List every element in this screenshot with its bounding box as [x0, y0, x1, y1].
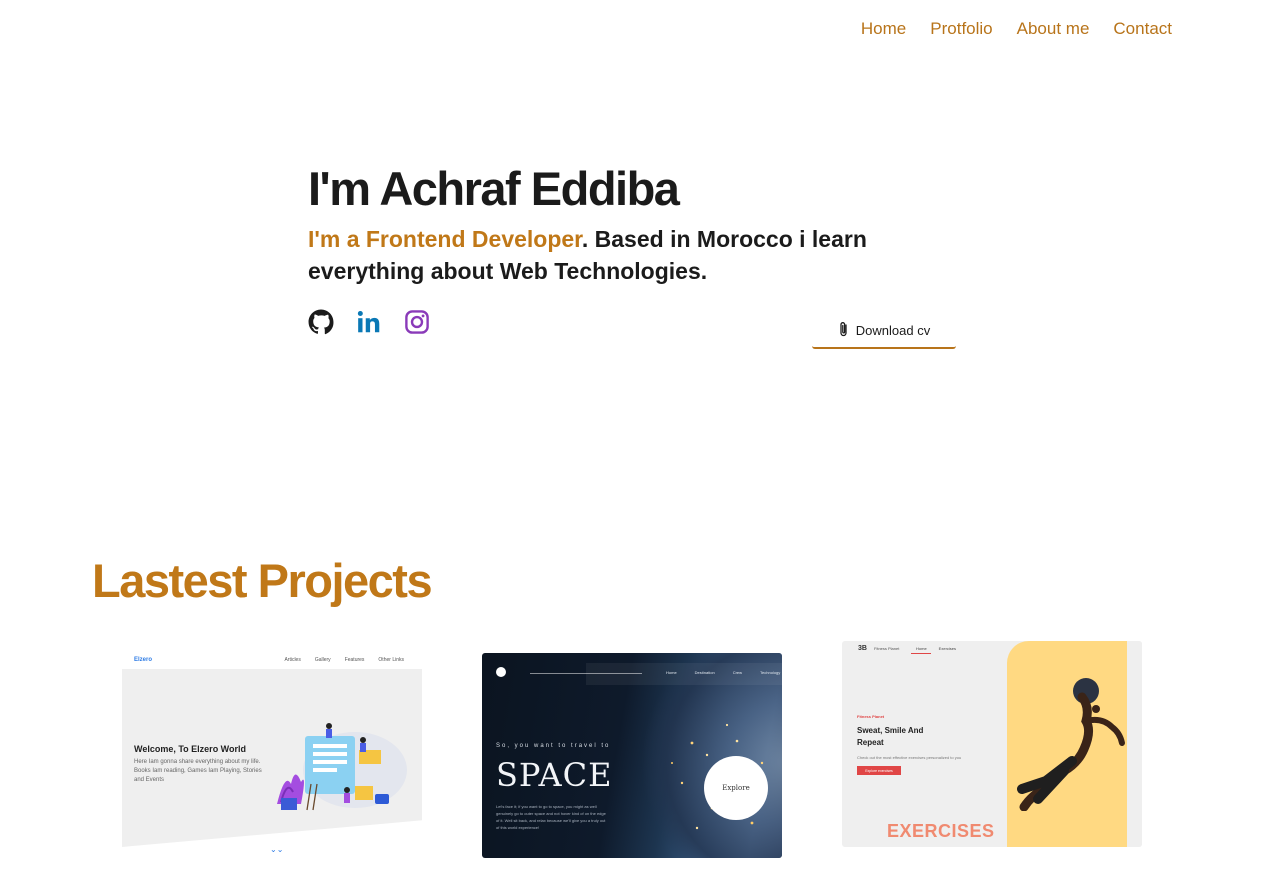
c3-heading: Sweat, Smile And Repeat: [857, 726, 924, 747]
project-card-elzero[interactable]: Elzero Articles Gallery Features Other L…: [122, 652, 422, 857]
c2-divider: [530, 673, 642, 674]
c3-footer-title: EXERCISES: [887, 821, 995, 841]
c3-logo: 3B: [858, 645, 867, 652]
chevron-down-icon[interactable]: ⌄⌄: [270, 845, 283, 854]
c3-link: Exercises: [938, 646, 957, 651]
c3-nav: Home Exercises: [916, 646, 956, 651]
social-links: [308, 309, 430, 335]
instagram-icon[interactable]: [404, 309, 430, 335]
c3-text: Check out the most effective exercises p…: [857, 755, 962, 760]
c2-link: Home: [666, 670, 677, 675]
c3-link: Home: [916, 646, 927, 651]
linkedin-icon[interactable]: [356, 309, 382, 335]
nav-about[interactable]: About me: [1017, 19, 1090, 39]
nav-portfolio[interactable]: Protfolio: [930, 19, 992, 39]
c3-brand: Fitness Planet: [874, 646, 900, 651]
project-card-fitness[interactable]: 3B Fitness Planet Home Exercises Fitness…: [842, 641, 1142, 847]
paperclip-icon: [838, 321, 849, 341]
c2-link: Technology: [760, 670, 781, 675]
main-nav: Home Protfolio About me Contact: [861, 19, 1172, 39]
c1-nav: Articles Gallery Features Other Links: [284, 657, 404, 663]
c2-link: Destination: [694, 670, 715, 675]
projects-title: Lastest Projects: [92, 554, 433, 607]
c2-explore-button[interactable]: Explore: [704, 756, 768, 820]
hero-tagline: I'm a Frontend Developer. Based in Moroc…: [308, 223, 908, 287]
nav-contact[interactable]: Contact: [1113, 19, 1172, 39]
hero-section: I'm Achraf Eddiba I'm a Frontend Develop…: [308, 163, 968, 287]
c2-text: Let's face it; if you want to go to spac…: [496, 804, 606, 830]
c1-text: Here Iam gonna share everything about my…: [134, 759, 262, 783]
c3-athlete-image: [1017, 678, 1125, 811]
c3-explore-button[interactable]: Explore exercises: [857, 766, 901, 775]
hero-tagline-accent: I'm a Frontend Developer: [308, 225, 582, 252]
c1-illustration: [277, 723, 407, 811]
c1-link: Articles: [284, 657, 301, 663]
c1-heading: Welcome, To Elzero World: [134, 744, 247, 754]
hero-title: I'm Achraf Eddiba: [308, 162, 680, 215]
c3-tag: Fitness Planet: [857, 714, 885, 719]
github-icon[interactable]: [308, 309, 334, 335]
c2-link: Crew: [732, 670, 743, 675]
download-cv-label: Download cv: [855, 323, 931, 338]
download-cv-button[interactable]: Download cv: [812, 314, 956, 349]
c1-link: Features: [344, 657, 365, 663]
c1-link: Other Links: [378, 657, 404, 663]
project-card-space[interactable]: Home Destination Crew Technology So, you…: [482, 653, 782, 858]
c3-active-underline: [911, 653, 931, 654]
nav-home[interactable]: Home: [861, 19, 906, 39]
c1-link: Gallery: [314, 657, 331, 663]
c2-logo-icon: [496, 667, 506, 677]
c1-logo: Elzero: [134, 657, 153, 663]
c2-subtitle: So, you want to travel to: [496, 743, 611, 749]
c2-title: SPACE: [496, 756, 613, 794]
c2-nav: Home Destination Crew Technology: [666, 670, 780, 675]
